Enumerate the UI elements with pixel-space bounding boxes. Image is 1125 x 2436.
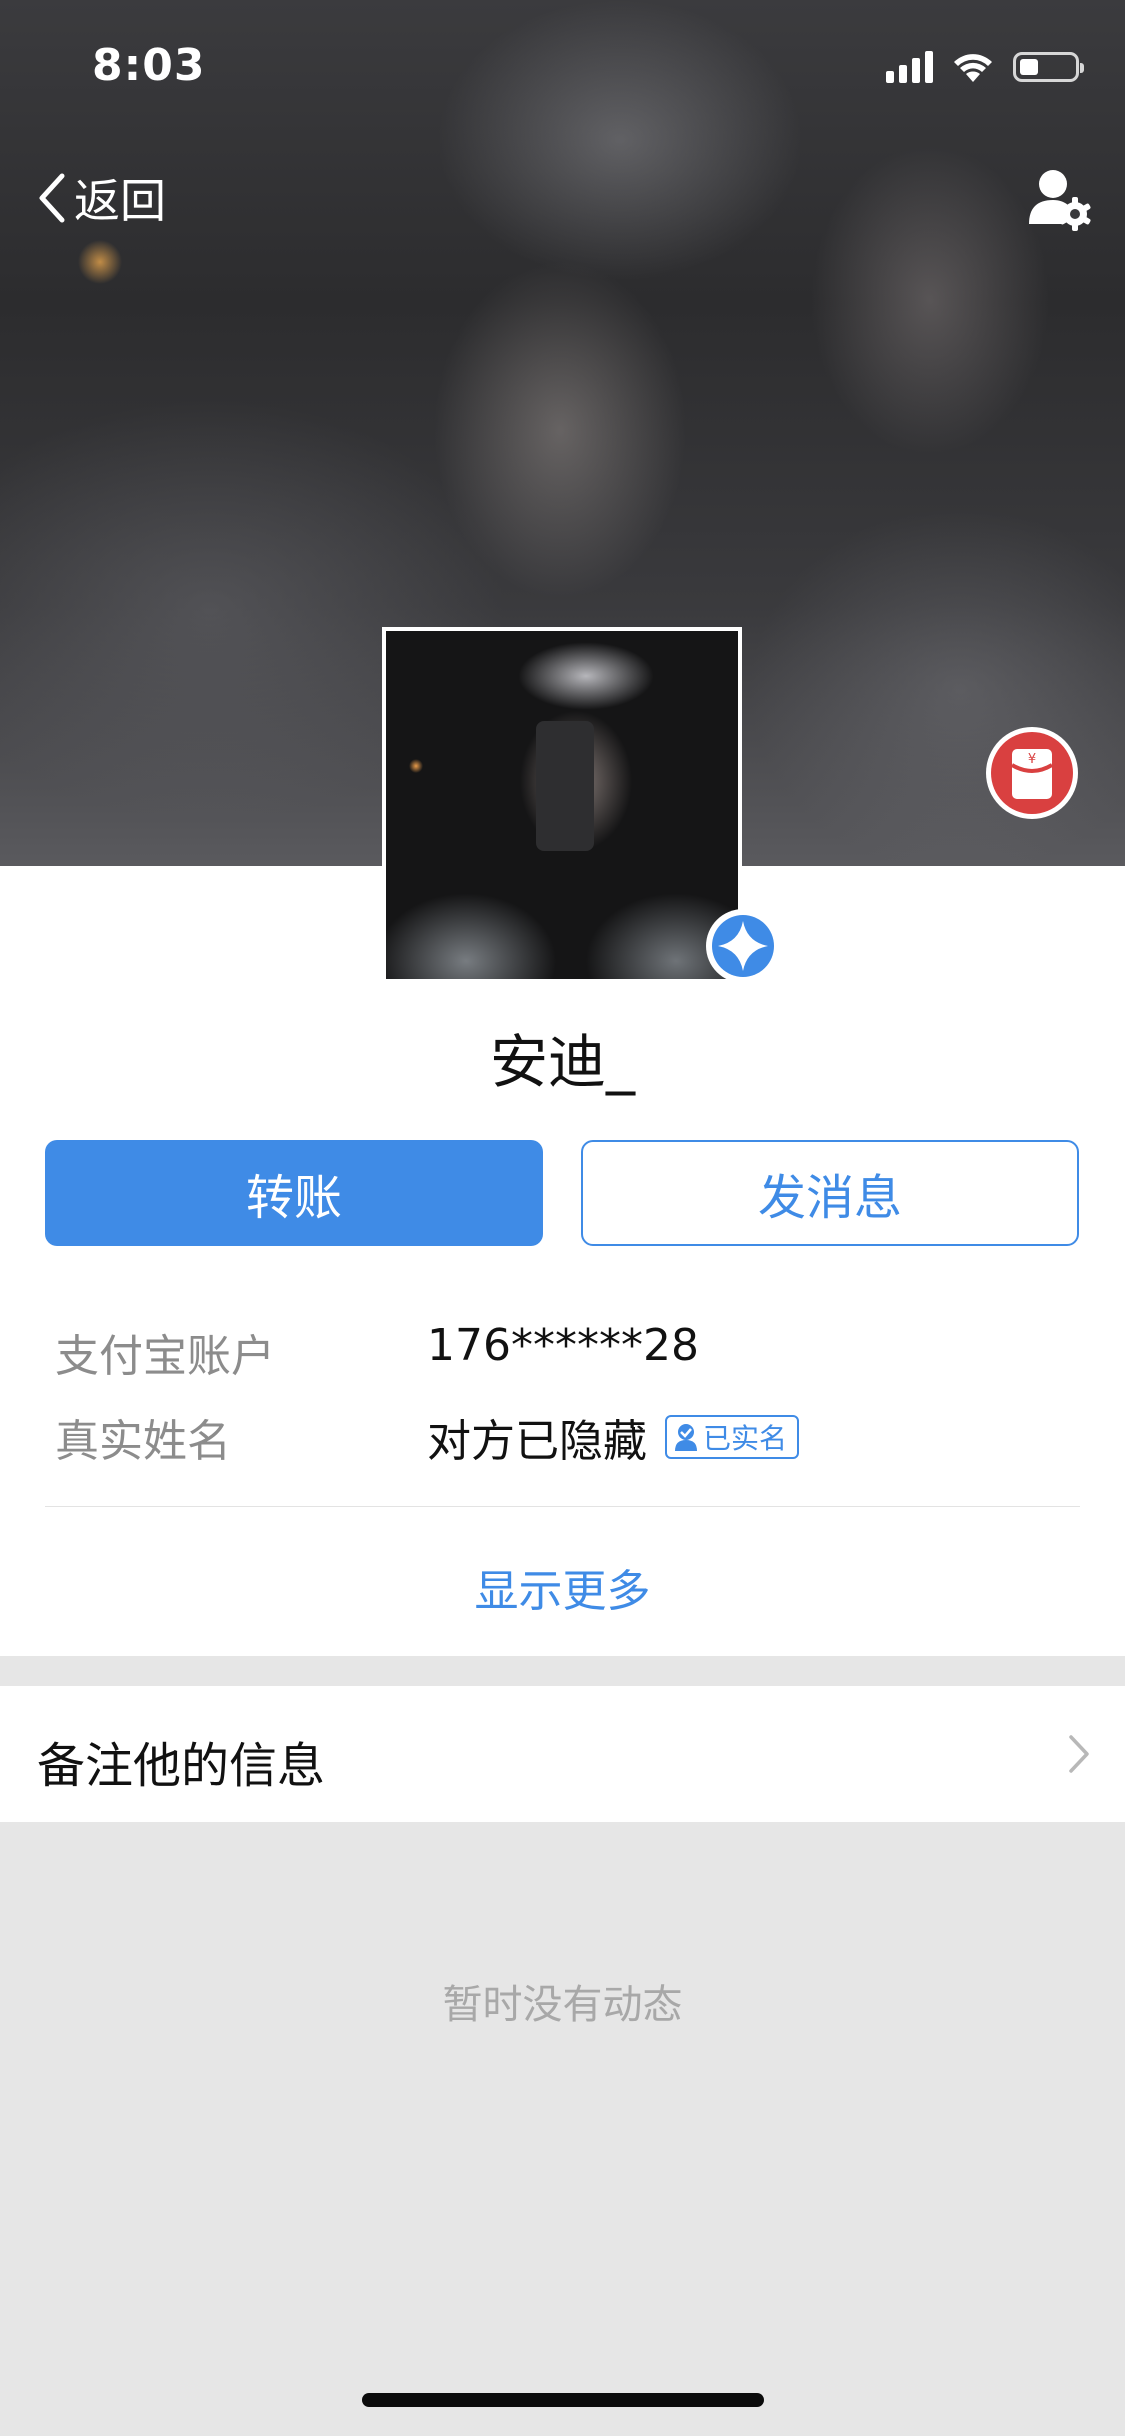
nickname: 安迪_ bbox=[489, 1028, 635, 1096]
verified-label: 已实名 bbox=[703, 1422, 788, 1455]
battery-icon bbox=[1013, 52, 1084, 82]
red-packet-icon[interactable]: ¥ bbox=[984, 725, 1080, 821]
back-label: 返回 bbox=[74, 174, 166, 228]
send-message-button[interactable]: 发消息 bbox=[581, 1140, 1079, 1246]
chevron-left-icon bbox=[39, 173, 65, 223]
profile-screen: 8:03 返回 ¥ 安迪_ 转账 发消息 支付宝账户 176******28 真… bbox=[0, 0, 1125, 2436]
back-button[interactable]: 返回 bbox=[36, 165, 166, 231]
profile-card bbox=[0, 866, 1125, 1656]
svg-text:¥: ¥ bbox=[1028, 752, 1036, 767]
realname-row: 对方已隐藏 已实名 bbox=[427, 1405, 800, 1469]
realname-value: 对方已隐藏 bbox=[427, 1416, 647, 1467]
status-icons bbox=[886, 50, 1084, 84]
profile-settings-icon[interactable] bbox=[1023, 164, 1095, 236]
realname-label: 真实姓名 bbox=[55, 1416, 231, 1467]
status-time: 8:03 bbox=[92, 40, 206, 91]
transfer-button[interactable]: 转账 bbox=[45, 1140, 543, 1246]
empty-feed-text: 暂时没有动态 bbox=[442, 1982, 683, 2028]
chevron-right-icon bbox=[1069, 1735, 1089, 1773]
account-label: 支付宝账户 bbox=[55, 1331, 275, 1382]
star-badge-icon bbox=[706, 909, 780, 983]
wifi-icon bbox=[954, 54, 992, 82]
divider bbox=[45, 1506, 1080, 1507]
remark-row[interactable]: 备注他的信息 bbox=[0, 1686, 1125, 1822]
home-indicator[interactable] bbox=[362, 2393, 764, 2407]
avatar-phone-shape bbox=[536, 721, 594, 851]
avatar[interactable] bbox=[382, 627, 742, 983]
verified-person-icon bbox=[675, 1424, 697, 1451]
account-value: 176******28 bbox=[427, 1320, 699, 1371]
remark-label: 备注他的信息 bbox=[37, 1738, 326, 1794]
show-more-link[interactable]: 显示更多 bbox=[0, 1555, 1125, 1619]
verified-badge: 已实名 bbox=[665, 1415, 800, 1459]
signal-icon bbox=[886, 51, 933, 83]
